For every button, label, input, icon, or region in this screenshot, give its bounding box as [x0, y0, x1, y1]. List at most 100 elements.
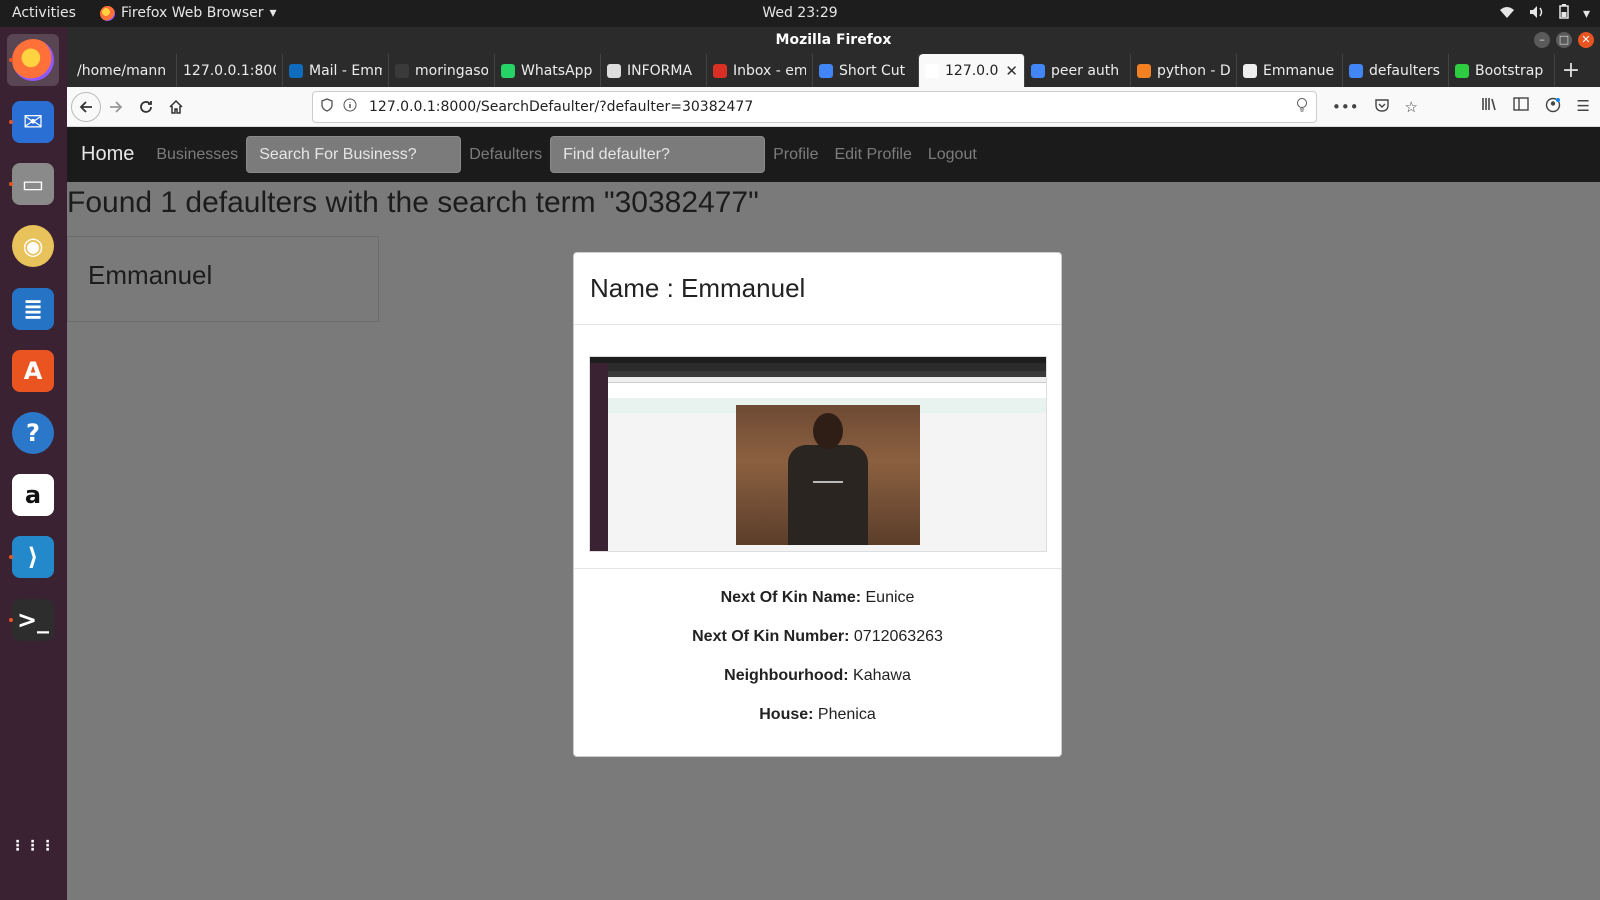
arrow-right-icon — [110, 100, 123, 113]
back-button[interactable] — [71, 91, 101, 122]
tab-label: defaulters — [1369, 62, 1440, 79]
find-defaulter-input[interactable] — [550, 136, 766, 173]
browser-tab[interactable]: defaulters — [1343, 54, 1449, 87]
result-name[interactable]: Emmanuel — [88, 260, 212, 291]
thunderbird-icon: ✉ — [12, 101, 54, 143]
search-business-input[interactable] — [246, 136, 462, 173]
profile-link[interactable]: Profile — [773, 146, 818, 164]
chevron-down-icon: ▾ — [269, 5, 277, 21]
app-menu[interactable]: Firefox Web Browser ▾ — [100, 5, 277, 21]
help-icon: ? — [12, 412, 54, 454]
defaulters-link[interactable]: Defaulters — [469, 146, 542, 164]
window-titlebar[interactable]: Mozilla Firefox – □ ✕ — [67, 27, 1600, 54]
modal-header: Name : Emmanuel — [574, 253, 1061, 325]
running-indicator — [9, 618, 13, 622]
tab-label: peer auth — [1051, 62, 1120, 79]
field-label: House: — [759, 706, 814, 723]
volume-icon — [1529, 5, 1545, 23]
pocket-icon[interactable] — [1374, 98, 1389, 116]
browser-tab[interactable]: moringaso — [389, 54, 495, 87]
navigation-toolbar: 127.0.0.1:8000/SearchDefaulter/?defaulte… — [67, 87, 1600, 127]
browser-tab[interactable]: Short Cut — [813, 54, 919, 87]
writer-icon: ≣ — [12, 288, 54, 330]
firefox-icon — [12, 39, 54, 81]
browser-tab[interactable]: 127.0.0.1:800 — [177, 54, 283, 87]
modal-details: Next Of Kin Name: Eunice Next Of Kin Num… — [574, 569, 1061, 745]
tab-favicon-icon — [607, 63, 621, 78]
info-icon[interactable] — [343, 98, 357, 116]
tab-label: 127.0.0.1:800 — [183, 62, 276, 79]
sidebar-icon[interactable] — [1512, 96, 1529, 117]
defaulter-modal: Name : Emmanuel Next Of Kin Name: Eunice… — [573, 252, 1062, 757]
reload-icon — [140, 100, 152, 113]
dock-thunderbird-launcher[interactable]: ✉ — [7, 96, 59, 148]
house-row: House: Phenica — [574, 706, 1061, 745]
reload-button[interactable] — [131, 92, 161, 122]
account-icon[interactable] — [1545, 97, 1561, 117]
terminal-icon: >_ — [12, 599, 54, 641]
bookmark-star-icon[interactable]: ☆ — [1405, 98, 1418, 116]
maximize-button[interactable]: □ — [1556, 32, 1572, 48]
files-icon: ▭ — [12, 163, 54, 205]
dock-firefox-launcher[interactable] — [7, 34, 59, 86]
dock-terminal-launcher[interactable]: >_ — [7, 594, 59, 646]
tab-favicon-icon — [1455, 63, 1469, 78]
tab-strip: /home/mann 127.0.0.1:800 Mail - Emm moringa… — [67, 54, 1600, 87]
tab-label: Inbox - em — [733, 62, 806, 79]
dock-rhythmbox-launcher[interactable]: ◉ — [7, 220, 59, 272]
activities-button[interactable]: Activities — [12, 5, 76, 21]
running-indicator — [9, 182, 13, 186]
amazon-icon: a — [12, 474, 54, 516]
minimize-button[interactable]: – — [1534, 32, 1550, 48]
hamburger-menu-icon[interactable]: ☰ — [1577, 97, 1590, 117]
dock-writer-launcher[interactable]: ≣ — [7, 283, 59, 335]
browser-tab[interactable]: Mail - Emm — [283, 54, 389, 87]
tab-favicon-icon — [1243, 63, 1257, 78]
result-card[interactable]: Emmanuel — [67, 236, 379, 322]
window-title: Mozilla Firefox — [775, 32, 892, 48]
tab-label: Bootstrap — [1475, 62, 1544, 79]
library-icon[interactable] — [1481, 97, 1497, 117]
web-page: Home Businesses Defaulters Profile Edit … — [67, 127, 1600, 900]
url-bar[interactable]: 127.0.0.1:8000/SearchDefaulter/?defaulte… — [312, 91, 1317, 123]
dock-amazon-launcher[interactable]: a — [7, 469, 59, 521]
businesses-link[interactable]: Businesses — [156, 146, 238, 164]
browser-tab[interactable]: /home/mann — [71, 54, 177, 87]
dock-help-launcher[interactable]: ? — [7, 407, 59, 459]
reader-hint-icon[interactable] — [1296, 97, 1308, 117]
tab-label: Mail - Emm — [309, 62, 382, 79]
system-tray[interactable]: ▾ — [1499, 4, 1590, 23]
edit-profile-link[interactable]: Edit Profile — [834, 146, 911, 164]
dock-app-grid-launcher[interactable]: ⋮⋮⋮ — [7, 820, 59, 872]
tab-close-icon[interactable]: ✕ — [1005, 62, 1018, 80]
new-tab-button[interactable]: + — [1555, 54, 1587, 87]
browser-tab[interactable]: peer auth — [1025, 54, 1131, 87]
forward-button[interactable] — [101, 92, 131, 122]
browser-tab[interactable]: Bootstrap — [1449, 54, 1555, 87]
browser-tab[interactable]: Emmanue — [1237, 54, 1343, 87]
logout-link[interactable]: Logout — [928, 146, 977, 164]
battery-icon — [1559, 4, 1569, 23]
more-actions-icon[interactable]: ••• — [1332, 98, 1359, 116]
home-button[interactable] — [161, 92, 191, 122]
shield-icon[interactable] — [321, 98, 333, 116]
browser-tab[interactable]: WhatsApp — [495, 54, 601, 87]
app-menu-label: Firefox Web Browser — [121, 5, 264, 21]
home-icon — [169, 99, 183, 114]
dock-vscode-launcher[interactable]: ⟩ — [7, 531, 59, 583]
tab-favicon-icon — [713, 63, 727, 78]
tab-favicon-icon — [925, 63, 939, 78]
browser-tab[interactable]: INFORMA — [601, 54, 707, 87]
home-link[interactable]: Home — [81, 143, 134, 166]
next-of-kin-number-row: Next Of Kin Number: 0712063263 — [574, 628, 1061, 667]
browser-tab[interactable]: Inbox - em — [707, 54, 813, 87]
dock-files-launcher[interactable]: ▭ — [7, 158, 59, 210]
tab-favicon-icon — [289, 63, 303, 78]
dock-software-launcher[interactable]: A — [7, 345, 59, 397]
browser-tab[interactable]: python - D — [1131, 54, 1237, 87]
vscode-icon: ⟩ — [12, 536, 54, 578]
browser-tab[interactable]: 127.0.0.1:8 ✕ — [919, 54, 1025, 87]
field-label: Neighbourhood: — [724, 667, 849, 684]
url-text[interactable]: 127.0.0.1:8000/SearchDefaulter/?defaulte… — [369, 99, 1296, 115]
window-close-button[interactable]: ✕ — [1578, 32, 1594, 48]
